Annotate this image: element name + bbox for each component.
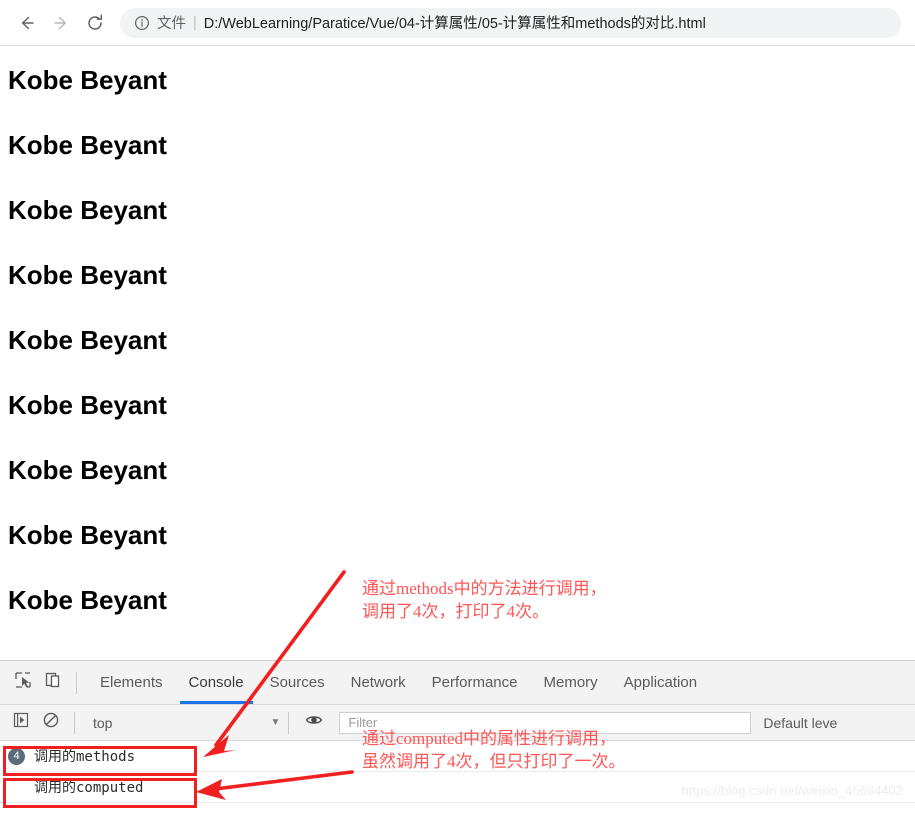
tab-memory[interactable]: Memory (531, 661, 611, 704)
page-heading: Kobe Beyant (8, 389, 167, 420)
console-message-row[interactable]: 4 调用的methods (0, 741, 915, 772)
console-message-text: 调用的computed (34, 780, 144, 796)
log-level-selector[interactable]: Default leve (763, 715, 837, 731)
device-toolbar-button[interactable] (38, 668, 68, 698)
page-heading: Kobe Beyant (8, 64, 167, 95)
arrow-left-icon (17, 13, 37, 33)
page-heading: Kobe Beyant (8, 194, 167, 225)
tab-elements[interactable]: Elements (87, 661, 176, 704)
info-circle-icon[interactable] (134, 15, 150, 31)
console-message-text: 调用的methods (34, 749, 136, 765)
tab-sources[interactable]: Sources (257, 661, 338, 704)
omnibox-separator: | (193, 14, 197, 31)
reload-icon (85, 13, 105, 33)
tab-performance[interactable]: Performance (419, 661, 531, 704)
browser-window: 文件 | D:/WebLearning/Paratice/Vue/04-计算属性… (0, 0, 915, 813)
console-toolbar-divider-2 (288, 711, 290, 734)
console-toolbar: top ▼ Filter Default leve (0, 705, 915, 741)
message-count-badge: 4 (8, 747, 25, 765)
page-heading: Kobe Beyant (8, 519, 167, 550)
page-heading: Kobe Beyant (8, 454, 167, 485)
browser-toolbar: 文件 | D:/WebLearning/Paratice/Vue/04-计算属性… (0, 0, 915, 46)
watermark-text: https://blog.csdn.net/weixin_45664402 (681, 783, 903, 798)
live-expression-button[interactable] (299, 708, 329, 738)
tab-console[interactable]: Console (176, 661, 257, 704)
context-selector[interactable]: top (85, 715, 120, 731)
back-button[interactable] (10, 6, 44, 40)
tab-network[interactable]: Network (338, 661, 419, 704)
page-heading: Kobe Beyant (8, 259, 167, 290)
clear-console-icon (42, 711, 60, 734)
filter-input[interactable]: Filter (339, 711, 752, 734)
page-heading: Kobe Beyant (8, 584, 167, 615)
address-bar-url[interactable]: D:/WebLearning/Paratice/Vue/04-计算属性/05-计… (204, 12, 887, 33)
inspect-element-button[interactable] (8, 668, 38, 698)
arrow-right-icon (51, 13, 71, 33)
console-toolbar-divider (74, 711, 75, 734)
device-toolbar-icon (43, 670, 63, 695)
address-bar[interactable]: 文件 | D:/WebLearning/Paratice/Vue/04-计算属性… (120, 7, 901, 38)
tab-application[interactable]: Application (611, 661, 710, 704)
execute-arrow-icon (12, 711, 30, 734)
inspect-element-icon (13, 670, 33, 695)
execute-button[interactable] (6, 708, 36, 738)
eye-icon (305, 711, 323, 734)
reload-button[interactable] (78, 6, 112, 40)
clear-console-button[interactable] (36, 708, 66, 738)
security-label: 文件 (157, 16, 186, 32)
page-heading: Kobe Beyant (8, 324, 167, 355)
page-heading: Kobe Beyant (8, 129, 167, 160)
chevron-down-icon[interactable]: ▼ (270, 717, 280, 728)
page-viewport: Kobe Beyant Kobe Beyant Kobe Beyant Kobe… (0, 47, 915, 660)
devtools-tabbar: Elements Console Sources Network Perform… (0, 661, 915, 705)
forward-button[interactable] (44, 6, 78, 40)
toolbar-divider (76, 671, 77, 694)
